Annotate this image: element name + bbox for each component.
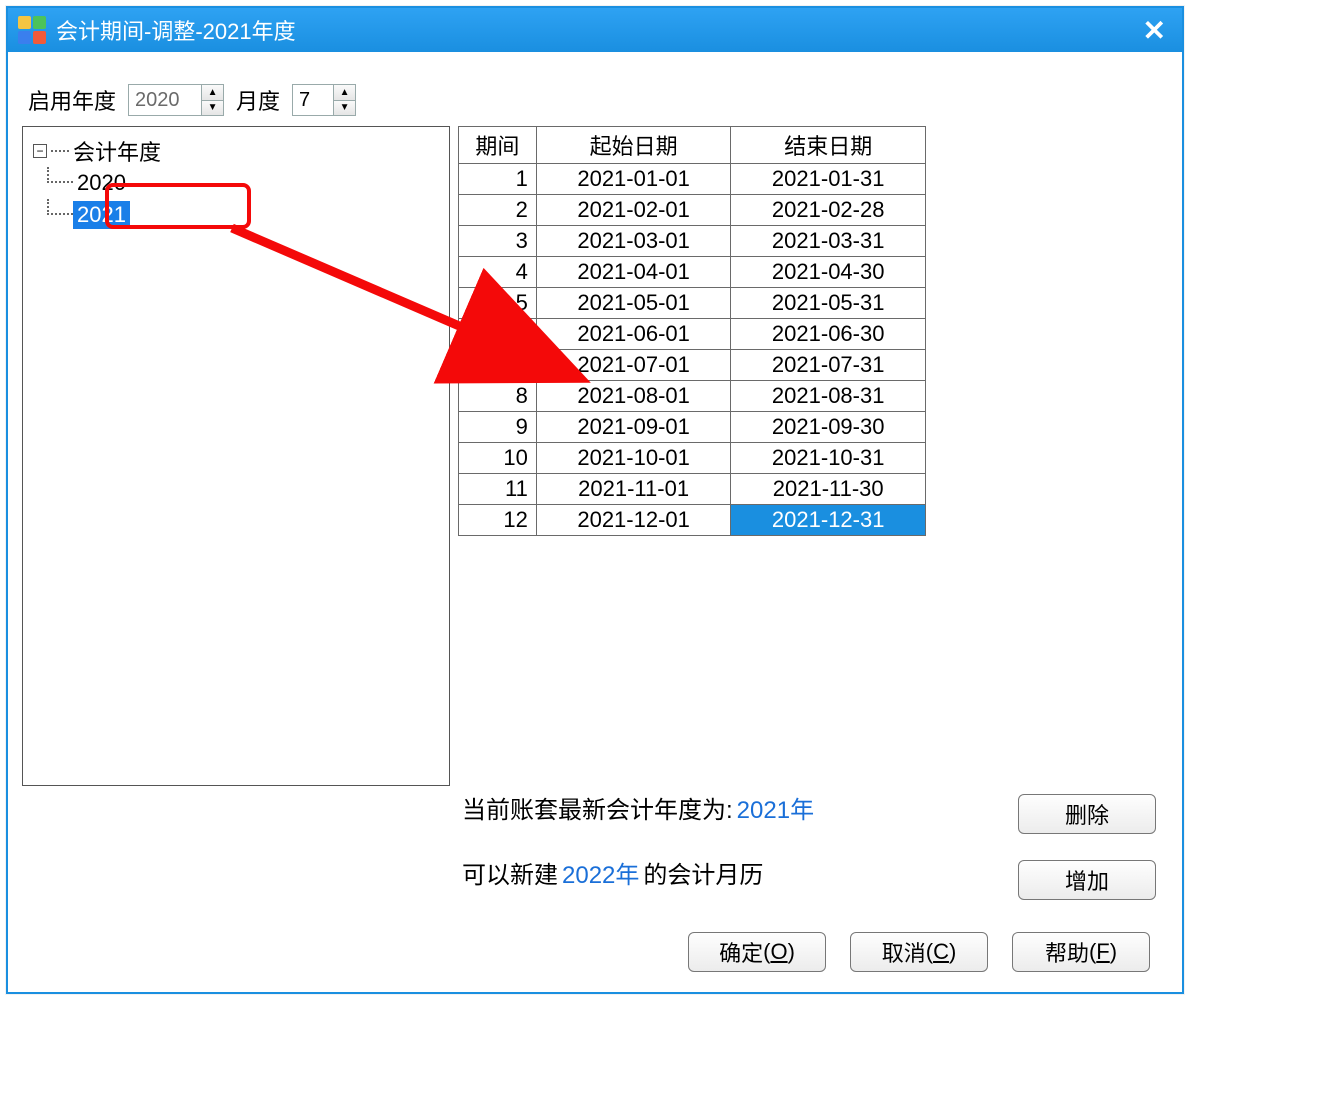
status-suffix-2: 的会计月历 xyxy=(643,855,763,890)
table-row[interactable]: 42021-04-012021-04-30 xyxy=(459,257,926,288)
cell-period[interactable]: 12 xyxy=(459,505,537,536)
parameter-row: 启用年度 2020 ▲ ▼ 月度 7 ▲ ▼ xyxy=(22,84,1168,116)
cell-period[interactable]: 4 xyxy=(459,257,537,288)
tree-root[interactable]: − 会计年度 xyxy=(33,135,439,167)
cell-start-date[interactable]: 2021-07-01 xyxy=(536,350,731,381)
cancel-button[interactable]: 取消(C) xyxy=(850,932,988,972)
side-button-group: 删除 增加 xyxy=(1018,794,1156,900)
table-row[interactable]: 62021-06-012021-06-30 xyxy=(459,319,926,350)
table-row[interactable]: 72021-07-012021-07-31 xyxy=(459,350,926,381)
cell-period[interactable]: 11 xyxy=(459,474,537,505)
cell-end-date[interactable]: 2021-09-30 xyxy=(731,412,926,443)
period-table-pane: 期间 起始日期 结束日期 12021-01-012021-01-3122021-… xyxy=(458,126,926,786)
content-area: 启用年度 2020 ▲ ▼ 月度 7 ▲ ▼ − xyxy=(8,52,1182,800)
header-end[interactable]: 结束日期 xyxy=(731,127,926,164)
table-row[interactable]: 22021-02-012021-02-28 xyxy=(459,195,926,226)
table-row[interactable]: 12021-01-012021-01-31 xyxy=(459,164,926,195)
status-prefix-1: 当前账套最新会计年度为: xyxy=(462,790,733,825)
month-spinner[interactable]: 7 ▲ ▼ xyxy=(292,84,356,116)
month-label: 月度 xyxy=(236,84,280,116)
app-logo-icon xyxy=(18,16,46,44)
cell-start-date[interactable]: 2021-12-01 xyxy=(536,505,731,536)
dialog-button-row: 确定(O) 取消(C) 帮助(F) xyxy=(688,932,1150,972)
cell-end-date[interactable]: 2021-12-31 xyxy=(731,505,926,536)
table-row[interactable]: 102021-10-012021-10-31 xyxy=(459,443,926,474)
annotation-highlight-box xyxy=(105,183,251,229)
window-title: 会计期间-调整-2021年度 xyxy=(56,14,1137,46)
period-table[interactable]: 期间 起始日期 结束日期 12021-01-012021-01-3122021-… xyxy=(458,126,926,536)
cell-end-date[interactable]: 2021-07-31 xyxy=(731,350,926,381)
status-prefix-2: 可以新建 xyxy=(462,855,558,890)
cell-start-date[interactable]: 2021-04-01 xyxy=(536,257,731,288)
split-panes: − 会计年度 20202021 期间 起始日期 结束日期 xyxy=(22,126,1168,786)
month-value: 7 xyxy=(293,85,333,115)
close-button[interactable]: ✕ xyxy=(1137,14,1172,47)
start-year-spinner[interactable]: 2020 ▲ ▼ xyxy=(128,84,224,116)
cell-end-date[interactable]: 2021-10-31 xyxy=(731,443,926,474)
cell-period[interactable]: 2 xyxy=(459,195,537,226)
month-spin-down-icon[interactable]: ▼ xyxy=(334,101,355,116)
cell-period[interactable]: 9 xyxy=(459,412,537,443)
cell-start-date[interactable]: 2021-05-01 xyxy=(536,288,731,319)
cell-period[interactable]: 7 xyxy=(459,350,537,381)
cell-start-date[interactable]: 2021-03-01 xyxy=(536,226,731,257)
header-start[interactable]: 起始日期 xyxy=(536,127,731,164)
status-next-year: 2022年 xyxy=(558,855,643,890)
delete-button[interactable]: 删除 xyxy=(1018,794,1156,834)
year-spin-down-icon[interactable]: ▼ xyxy=(202,101,223,116)
cell-start-date[interactable]: 2021-06-01 xyxy=(536,319,731,350)
cell-end-date[interactable]: 2021-11-30 xyxy=(731,474,926,505)
collapse-toggle-icon[interactable]: − xyxy=(33,144,47,158)
cell-period[interactable]: 10 xyxy=(459,443,537,474)
cell-end-date[interactable]: 2021-08-31 xyxy=(731,381,926,412)
cell-start-date[interactable]: 2021-01-01 xyxy=(536,164,731,195)
cell-end-date[interactable]: 2021-04-30 xyxy=(731,257,926,288)
start-year-label: 启用年度 xyxy=(28,84,116,116)
cell-start-date[interactable]: 2021-02-01 xyxy=(536,195,731,226)
dialog-window: 会计期间-调整-2021年度 ✕ 启用年度 2020 ▲ ▼ 月度 7 ▲ ▼ xyxy=(6,6,1184,994)
year-tree-pane: − 会计年度 20202021 xyxy=(22,126,450,786)
status-current-year: 2021年 xyxy=(733,790,818,825)
cell-end-date[interactable]: 2021-03-31 xyxy=(731,226,926,257)
cell-start-date[interactable]: 2021-11-01 xyxy=(536,474,731,505)
cell-period[interactable]: 1 xyxy=(459,164,537,195)
cell-start-date[interactable]: 2021-10-01 xyxy=(536,443,731,474)
start-year-value: 2020 xyxy=(129,85,201,115)
ok-button[interactable]: 确定(O) xyxy=(688,932,826,972)
cell-end-date[interactable]: 2021-06-30 xyxy=(731,319,926,350)
cell-period[interactable]: 3 xyxy=(459,226,537,257)
header-period[interactable]: 期间 xyxy=(459,127,537,164)
add-button[interactable]: 增加 xyxy=(1018,860,1156,900)
cell-period[interactable]: 6 xyxy=(459,319,537,350)
month-spin-up-icon[interactable]: ▲ xyxy=(334,85,355,101)
table-row[interactable]: 92021-09-012021-09-30 xyxy=(459,412,926,443)
cell-end-date[interactable]: 2021-05-31 xyxy=(731,288,926,319)
cell-end-date[interactable]: 2021-02-28 xyxy=(731,195,926,226)
table-row[interactable]: 82021-08-012021-08-31 xyxy=(459,381,926,412)
table-row[interactable]: 122021-12-012021-12-31 xyxy=(459,505,926,536)
table-row[interactable]: 32021-03-012021-03-31 xyxy=(459,226,926,257)
table-row[interactable]: 112021-11-012021-11-30 xyxy=(459,474,926,505)
cell-end-date[interactable]: 2021-01-31 xyxy=(731,164,926,195)
table-row[interactable]: 52021-05-012021-05-31 xyxy=(459,288,926,319)
cell-period[interactable]: 8 xyxy=(459,381,537,412)
cell-start-date[interactable]: 2021-09-01 xyxy=(536,412,731,443)
help-button[interactable]: 帮助(F) xyxy=(1012,932,1150,972)
tree-root-label: 会计年度 xyxy=(73,135,161,167)
year-spin-up-icon[interactable]: ▲ xyxy=(202,85,223,101)
cell-start-date[interactable]: 2021-08-01 xyxy=(536,381,731,412)
title-bar: 会计期间-调整-2021年度 ✕ xyxy=(8,8,1182,52)
cell-period[interactable]: 5 xyxy=(459,288,537,319)
